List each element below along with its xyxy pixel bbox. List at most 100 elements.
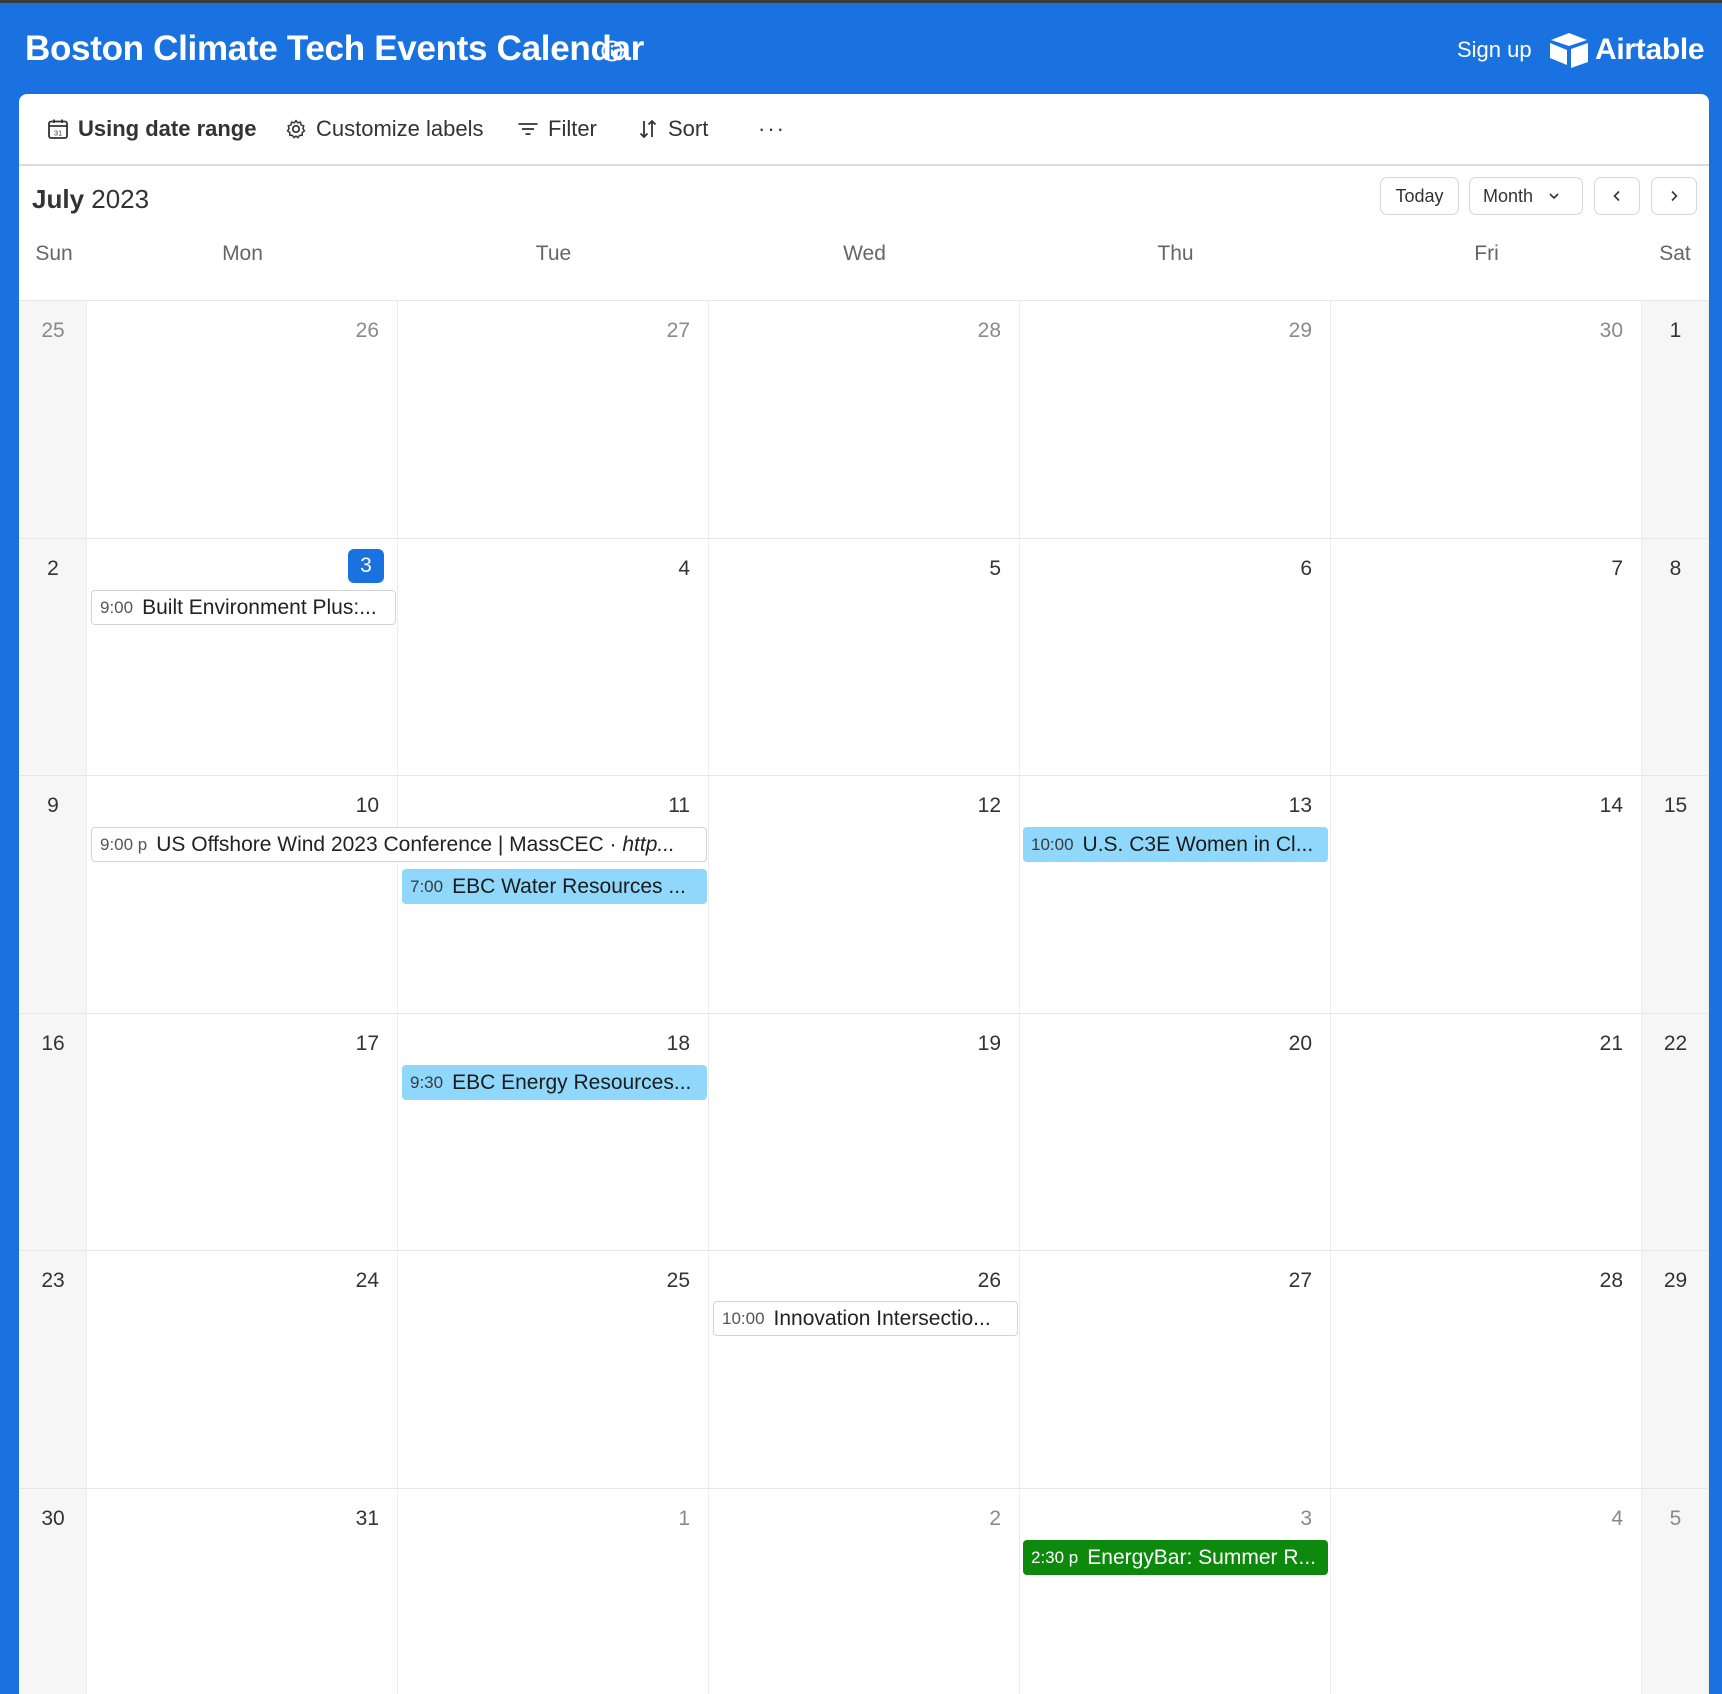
- day-cell-wed[interactable]: 28: [709, 300, 1020, 538]
- date-range-button[interactable]: 31 Using date range: [46, 114, 256, 144]
- day-cell-thu[interactable]: 3: [1020, 1488, 1331, 1694]
- day-number: 20: [1289, 1032, 1312, 1056]
- day-cell-fri[interactable]: 7: [1331, 538, 1642, 776]
- day-number: 5: [1642, 1507, 1709, 1531]
- day-cell-fri[interactable]: 14: [1331, 775, 1642, 1013]
- event-energybar-summer[interactable]: 2:30 p EnergyBar: Summer R...: [1023, 1540, 1328, 1575]
- previous-month-button[interactable]: [1594, 177, 1640, 215]
- day-number: 30: [19, 1507, 87, 1531]
- event-title: EnergyBar: Summer R...: [1087, 1546, 1316, 1570]
- view-mode-dropdown[interactable]: Month: [1469, 177, 1583, 215]
- day-number: 24: [356, 1269, 379, 1293]
- year-number: 2023: [91, 184, 149, 214]
- more-options-button[interactable]: ···: [758, 114, 786, 144]
- day-cell-sun[interactable]: 25: [19, 300, 87, 538]
- day-cell-mon[interactable]: 3: [87, 538, 398, 776]
- day-cell-mon[interactable]: 17: [87, 1013, 398, 1251]
- day-number: 2: [989, 1507, 1001, 1531]
- day-number: 17: [356, 1032, 379, 1056]
- sort-label: Sort: [668, 116, 708, 142]
- chevron-down-icon: [1546, 188, 1562, 204]
- customize-labels-button[interactable]: Customize labels: [284, 114, 484, 144]
- day-cell-sat[interactable]: 8: [1642, 538, 1709, 776]
- airtable-brand-link[interactable]: Airtable: [1548, 30, 1704, 70]
- chevron-right-icon: [1666, 188, 1682, 204]
- day-cell-thu[interactable]: 6: [1020, 538, 1331, 776]
- day-number: 7: [1611, 557, 1623, 581]
- day-cell-wed[interactable]: 5: [709, 538, 1020, 776]
- event-time: 9:30: [410, 1073, 443, 1093]
- day-cell-tue[interactable]: 1: [398, 1488, 709, 1694]
- day-cell-thu[interactable]: 20: [1020, 1013, 1331, 1251]
- event-title: U.S. C3E Women in Cl...: [1083, 833, 1314, 857]
- event-us-c3e-women[interactable]: 10:00 U.S. C3E Women in Cl...: [1023, 827, 1328, 862]
- day-cell-wed[interactable]: 2: [709, 1488, 1020, 1694]
- day-cell-thu[interactable]: 29: [1020, 300, 1331, 538]
- day-number: 27: [1289, 1269, 1312, 1293]
- day-number: 10: [356, 794, 379, 818]
- today-button[interactable]: Today: [1380, 177, 1459, 215]
- day-cell-wed[interactable]: 12: [709, 775, 1020, 1013]
- info-icon[interactable]: [600, 39, 624, 63]
- brand-name: Airtable: [1595, 33, 1704, 67]
- day-cell-sat[interactable]: 5: [1642, 1488, 1709, 1694]
- day-cell-sat[interactable]: 29: [1642, 1250, 1709, 1488]
- svg-text:31: 31: [54, 129, 62, 138]
- day-cell-fri[interactable]: 30: [1331, 300, 1642, 538]
- day-cell-mon[interactable]: 24: [87, 1250, 398, 1488]
- day-number: 2: [19, 557, 87, 581]
- event-time: 7:00: [410, 877, 443, 897]
- day-cell-sun[interactable]: 9: [19, 775, 87, 1013]
- day-cell-tue[interactable]: 4: [398, 538, 709, 776]
- filter-label: Filter: [548, 116, 597, 142]
- day-number: 26: [356, 319, 379, 343]
- day-cell-wed[interactable]: 26: [709, 1250, 1020, 1488]
- day-cell-sun[interactable]: 23: [19, 1250, 87, 1488]
- gear-icon: [284, 117, 308, 141]
- day-number: 30: [1600, 319, 1623, 343]
- day-cell-sat[interactable]: 22: [1642, 1013, 1709, 1251]
- event-ebc-water-resources[interactable]: 7:00 EBC Water Resources ...: [402, 869, 707, 904]
- day-cell-fri[interactable]: 4: [1331, 1488, 1642, 1694]
- event-ebc-energy-resources[interactable]: 9:30 EBC Energy Resources...: [402, 1065, 707, 1100]
- day-number: 27: [667, 319, 690, 343]
- sort-icon: [636, 117, 660, 141]
- day-cell-mon[interactable]: 26: [87, 300, 398, 538]
- day-cell-tue[interactable]: 27: [398, 300, 709, 538]
- event-innovation-intersection[interactable]: 10:00 Innovation Intersectio...: [713, 1301, 1018, 1336]
- filter-button[interactable]: Filter: [516, 114, 597, 144]
- next-month-button[interactable]: [1651, 177, 1697, 215]
- day-number: 9: [19, 794, 87, 818]
- day-cell-sat[interactable]: 1: [1642, 300, 1709, 538]
- sign-up-link[interactable]: Sign up: [1457, 37, 1532, 63]
- day-cell-thu[interactable]: 13: [1020, 775, 1331, 1013]
- day-number: 1: [678, 1507, 690, 1531]
- day-cell-sat[interactable]: 15: [1642, 775, 1709, 1013]
- day-cell-fri[interactable]: 21: [1331, 1013, 1642, 1251]
- day-cell-wed[interactable]: 19: [709, 1013, 1020, 1251]
- day-cell-sun[interactable]: 30: [19, 1488, 87, 1694]
- weekday-header-mon: Mon: [87, 242, 398, 272]
- day-cell-sun[interactable]: 2: [19, 538, 87, 776]
- today-date-badge: 3: [348, 549, 384, 583]
- sort-button[interactable]: Sort: [636, 114, 708, 144]
- event-built-environment-plus[interactable]: 9:00 Built Environment Plus:...: [91, 590, 396, 625]
- day-cell-tue[interactable]: 18: [398, 1013, 709, 1251]
- day-cell-mon[interactable]: 10: [87, 775, 398, 1013]
- day-number: 8: [1642, 557, 1709, 581]
- day-cell-tue[interactable]: 25: [398, 1250, 709, 1488]
- day-cell-fri[interactable]: 28: [1331, 1250, 1642, 1488]
- day-number: 3: [1300, 1507, 1312, 1531]
- weekday-header-sun: Sun: [19, 242, 89, 272]
- event-title: EBC Energy Resources...: [452, 1071, 691, 1095]
- day-number: 14: [1600, 794, 1623, 818]
- day-cell-thu[interactable]: 27: [1020, 1250, 1331, 1488]
- event-us-offshore-wind[interactable]: 9:00 p US Offshore Wind 2023 Conference …: [91, 827, 707, 862]
- day-cell-mon[interactable]: 31: [87, 1488, 398, 1694]
- weekday-header-fri: Fri: [1331, 242, 1642, 272]
- month-grid: 2526272829301234567891011121314151617181…: [19, 300, 1709, 1694]
- day-number: 11: [668, 794, 690, 818]
- calendar-icon: 31: [46, 117, 70, 141]
- day-cell-sun[interactable]: 16: [19, 1013, 87, 1251]
- month-year-heading: July 2023: [32, 184, 149, 215]
